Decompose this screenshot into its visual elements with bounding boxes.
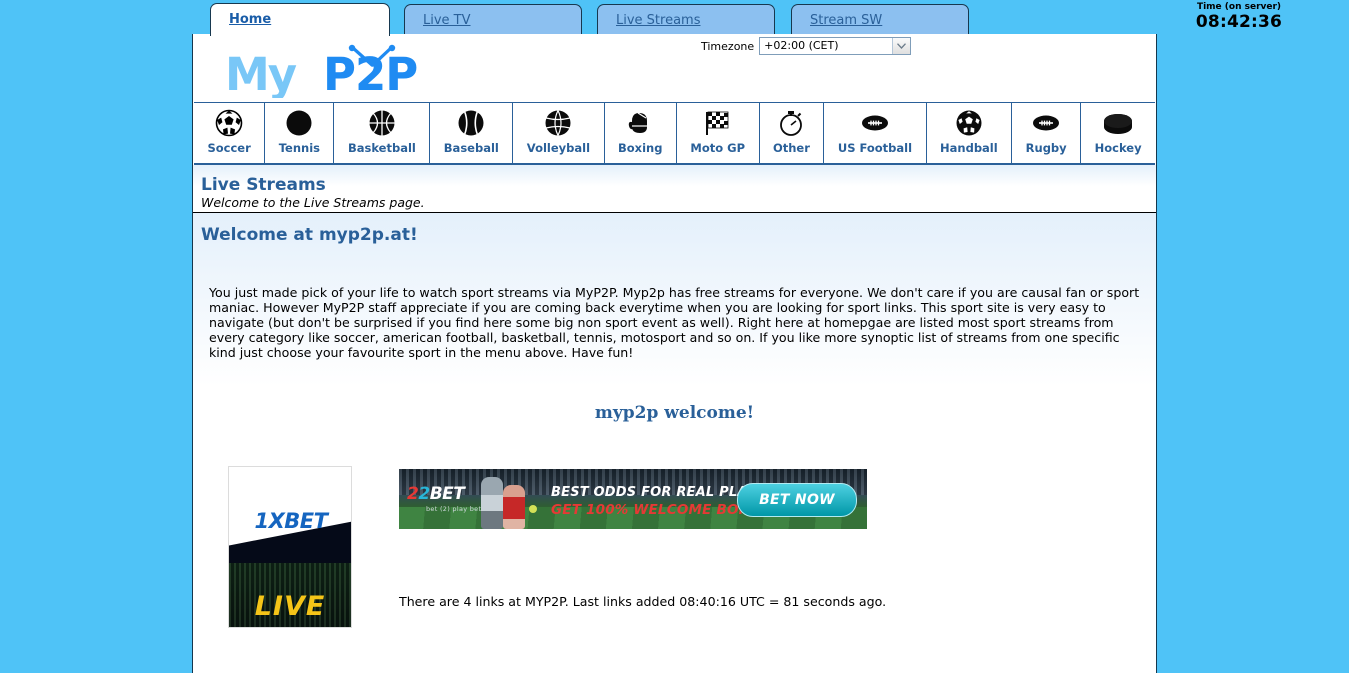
tab-stream-sw-label: Stream SW xyxy=(810,13,883,28)
timezone-control: Timezone +02:00 (CET) xyxy=(701,37,912,55)
sports-nav-label: US Football xyxy=(837,141,913,155)
tab-live-tv[interactable]: Live TV xyxy=(404,4,582,36)
banner-ad-22bet[interactable]: 22BET bet (2) play bet (2) win BEST ODDS… xyxy=(399,469,867,529)
handball-icon xyxy=(955,108,983,138)
tab-home-label: Home xyxy=(229,12,272,27)
svg-text:My: My xyxy=(225,48,297,98)
basketball-icon xyxy=(368,108,396,138)
sports-nav-label: Boxing xyxy=(617,141,663,155)
sports-nav-item-baseball[interactable]: Baseball xyxy=(429,103,512,163)
tab-stream-sw[interactable]: Stream SW xyxy=(791,4,969,36)
sports-nav-label: Rugby xyxy=(1025,141,1067,155)
rugby-ball-icon xyxy=(1029,108,1063,138)
sports-nav-label: Soccer xyxy=(207,141,251,155)
site-page: My P2P Timezone +02:00 (CET) Soccer Tenn… xyxy=(192,34,1157,673)
sports-nav-label: Basketball xyxy=(347,141,416,155)
page-title: Welcome at myp2p.at! xyxy=(201,225,418,245)
live-streams-subtitle: Welcome to the Live Streams page. xyxy=(201,195,425,210)
sports-nav-label: Moto GP xyxy=(690,141,746,155)
sidebar-ad-1xbet[interactable]: 1XBET LIVE xyxy=(228,466,352,628)
sports-nav-item-handball[interactable]: Handball xyxy=(925,103,1012,163)
banner-ad-brand: 22BET xyxy=(407,484,465,504)
banner-ad-brand-word: BET xyxy=(429,484,465,504)
browser-tab-strip: Home Live TV Live Streams Stream SW Time… xyxy=(0,0,1349,36)
timezone-label: Timezone xyxy=(701,39,755,53)
sports-nav-item-basketball[interactable]: Basketball xyxy=(333,103,429,163)
volleyball-icon xyxy=(544,108,572,138)
links-status-text: There are 4 links at MYP2P. Last links a… xyxy=(399,594,887,609)
server-time: Time (on server) 08:42:36 xyxy=(1139,2,1339,32)
ads-row: 1XBET LIVE 22BET bet (2) play bet (2) wi… xyxy=(201,466,1148,628)
site-header: My P2P Timezone +02:00 (CET) xyxy=(193,34,1156,102)
timezone-selected-value: +02:00 (CET) xyxy=(764,39,839,52)
sports-nav-item-rugby[interactable]: Rugby xyxy=(1011,103,1080,163)
american-football-icon xyxy=(858,108,892,138)
intro-paragraph: You just made pick of your life to watch… xyxy=(209,285,1140,360)
tab-home[interactable]: Home xyxy=(210,3,390,36)
tab-live-streams[interactable]: Live Streams xyxy=(597,4,775,36)
sports-nav-item-volleyball[interactable]: Volleyball xyxy=(512,103,603,163)
sports-nav: Soccer Tennis Basketball Baseball Volley… xyxy=(194,102,1155,165)
banner-ad-brand-digit-2: 2 xyxy=(418,484,430,504)
sidebar-ad-caption: LIVE xyxy=(254,591,326,622)
tab-live-streams-label: Live Streams xyxy=(616,13,701,28)
hockey-puck-icon xyxy=(1101,108,1135,138)
sports-nav-item-moto-gp[interactable]: Moto GP xyxy=(675,103,759,163)
banner-ad-brand-digit-1: 2 xyxy=(407,484,419,504)
myp2p-logo[interactable]: My P2P xyxy=(225,42,455,101)
server-time-value: 08:42:36 xyxy=(1195,12,1283,32)
sports-nav-item-soccer[interactable]: Soccer xyxy=(194,103,264,163)
baseball-icon xyxy=(457,108,485,138)
sports-nav-label: Tennis xyxy=(278,141,320,155)
live-streams-section: Live Streams Welcome to the Live Streams… xyxy=(193,165,1156,213)
sidebar-ad-brand: 1XBET xyxy=(254,509,328,533)
timezone-select[interactable]: +02:00 (CET) xyxy=(759,37,912,55)
live-streams-title: Live Streams xyxy=(201,175,326,195)
sports-nav-item-tennis[interactable]: Tennis xyxy=(264,103,333,163)
sports-nav-label: Hockey xyxy=(1094,141,1142,155)
banner-ad-athletes-illustration xyxy=(477,475,539,529)
sports-nav-item-boxing[interactable]: Boxing xyxy=(603,103,676,163)
sports-nav-label: Other xyxy=(772,141,810,155)
banner-ad-cta-button[interactable]: BET NOW xyxy=(737,483,857,517)
sports-nav-item-hockey[interactable]: Hockey xyxy=(1080,103,1155,163)
tab-live-tv-label: Live TV xyxy=(423,13,471,28)
sports-nav-label: Baseball xyxy=(443,141,499,155)
welcome-section: Welcome at myp2p.at! You just made pick … xyxy=(193,213,1156,628)
checkered-flag-icon xyxy=(703,108,733,138)
chevron-down-icon[interactable] xyxy=(892,38,911,54)
sports-nav-item-other[interactable]: Other xyxy=(758,103,824,163)
soccer-ball-icon xyxy=(215,108,243,138)
sub-welcome-heading: myp2p welcome! xyxy=(594,403,755,423)
sports-nav-item-us-football[interactable]: US Football xyxy=(823,103,925,163)
svg-text:P2P: P2P xyxy=(323,48,417,98)
boxing-glove-icon xyxy=(626,108,654,138)
sports-nav-label: Volleyball xyxy=(526,141,591,155)
stopwatch-icon xyxy=(777,108,805,138)
sports-nav-label: Handball xyxy=(940,141,998,155)
tennis-ball-icon xyxy=(285,108,314,138)
